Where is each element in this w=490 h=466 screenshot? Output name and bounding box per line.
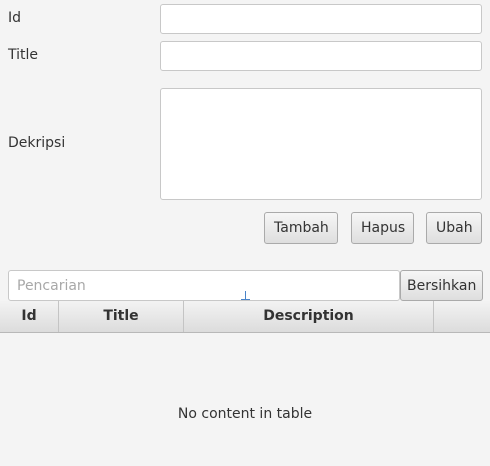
empty-table-message: No content in table: [177, 406, 313, 422]
description-label: Dekripsi: [8, 135, 66, 151]
column-header-title[interactable]: Title: [59, 301, 184, 332]
title-label: Title: [8, 47, 39, 63]
column-header-id[interactable]: Id: [0, 301, 59, 332]
table-header: Id Title Description: [0, 301, 490, 333]
search-input[interactable]: [8, 270, 400, 301]
delete-button[interactable]: Hapus: [351, 212, 414, 244]
id-input[interactable]: [160, 4, 482, 34]
data-table[interactable]: Id Title Description No content in table: [0, 301, 490, 466]
description-textarea[interactable]: [160, 88, 482, 200]
clear-button[interactable]: Bersihkan: [400, 270, 483, 301]
title-input[interactable]: [160, 41, 482, 71]
text-cursor-icon: [241, 291, 250, 300]
column-header-description[interactable]: Description: [184, 301, 434, 332]
column-header-filler: [434, 301, 490, 332]
add-button[interactable]: Tambah: [264, 212, 338, 244]
id-label: Id: [8, 10, 22, 26]
edit-button[interactable]: Ubah: [426, 212, 482, 244]
